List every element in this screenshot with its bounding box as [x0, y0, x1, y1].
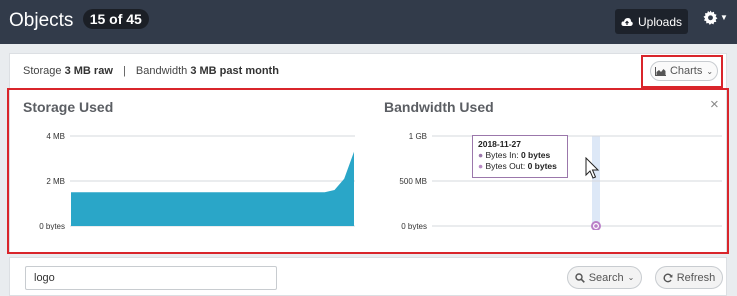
- uploads-label: Uploads: [637, 14, 683, 29]
- usage-summary-text: Storage 3 MB raw | Bandwidth 3 MB past m…: [23, 65, 279, 77]
- bandwidth-label: Bandwidth: [135, 65, 188, 77]
- object-count-badge: 15 of 45: [82, 9, 149, 29]
- search-button[interactable]: Search ⌄: [567, 266, 642, 289]
- cloud-upload-icon: [621, 17, 633, 26]
- search-input[interactable]: [25, 266, 277, 290]
- search-icon: [575, 272, 585, 283]
- storage-value: 3 MB raw: [64, 65, 113, 77]
- gear-icon: [703, 10, 718, 25]
- uploads-button[interactable]: Uploads: [615, 9, 688, 34]
- settings-menu-button[interactable]: ▼: [703, 10, 728, 25]
- refresh-icon: [663, 273, 673, 282]
- summary-separator: |: [122, 65, 126, 77]
- search-bar: Search ⌄ Refresh: [9, 257, 727, 296]
- page-title-text: Objects: [9, 10, 74, 31]
- refresh-button-label: Refresh: [676, 271, 716, 284]
- usage-summary-bar: Storage 3 MB raw | Bandwidth 3 MB past m…: [9, 53, 727, 89]
- chevron-down-icon: ▼: [720, 13, 728, 22]
- storage-label: Storage: [23, 65, 62, 77]
- charts-button-highlight: [641, 55, 723, 88]
- refresh-button[interactable]: Refresh: [655, 266, 723, 289]
- chevron-down-icon: ⌄: [627, 273, 635, 282]
- charts-panel-highlight: [7, 88, 729, 254]
- top-bar: Objects 15 of 45 Uploads ▼: [0, 0, 737, 44]
- bandwidth-value: 3 MB past month: [190, 65, 279, 77]
- search-button-label: Search: [588, 271, 624, 284]
- page-title: Objects 15 of 45: [9, 9, 149, 32]
